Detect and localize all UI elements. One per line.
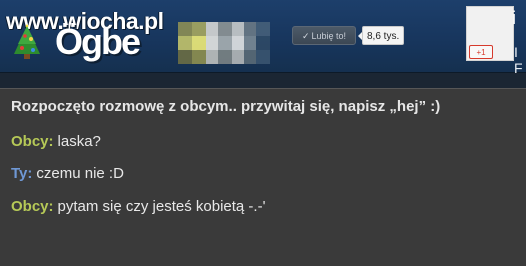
like-button[interactable]: ✓ Lubię to! bbox=[292, 26, 356, 45]
speaker-label: Obcy: bbox=[11, 133, 54, 150]
speaker-label: Ty: bbox=[11, 165, 33, 182]
header-letter-top: i bbox=[512, 8, 516, 28]
like-button-label: Lubię to! bbox=[311, 31, 347, 41]
chat-notice: Rozpoczęto rozmowę z obcym.. przywitaj s… bbox=[11, 98, 441, 115]
message-text: pytam się czy jesteś kobietą -.-' bbox=[57, 198, 266, 215]
check-icon: ✓ bbox=[301, 31, 310, 41]
chat-message: Obcy: pytam się czy jesteś kobietą -.-' bbox=[11, 198, 265, 215]
gplus-button[interactable]: +1 bbox=[469, 45, 493, 59]
gplus-widget: +1 bbox=[466, 6, 514, 61]
header-letter-bottom: I F bbox=[514, 44, 523, 76]
brand-text: Ögbe bbox=[55, 21, 141, 62]
chat-message: Obcy: laska? bbox=[11, 133, 101, 150]
like-count: 8,6 tys. bbox=[357, 26, 405, 45]
pixelated-censor bbox=[178, 22, 270, 64]
site-header: www.wiocha.pl Ögbe ✓ Lubię to! 8,6 tys. +… bbox=[0, 0, 526, 76]
chat-message: Ty: czemu nie :D bbox=[11, 165, 124, 182]
speaker-label: Obcy: bbox=[11, 198, 54, 215]
message-text: laska? bbox=[57, 133, 101, 150]
message-text: czemu nie :D bbox=[36, 165, 124, 182]
christmas-tree-icon bbox=[14, 24, 40, 59]
